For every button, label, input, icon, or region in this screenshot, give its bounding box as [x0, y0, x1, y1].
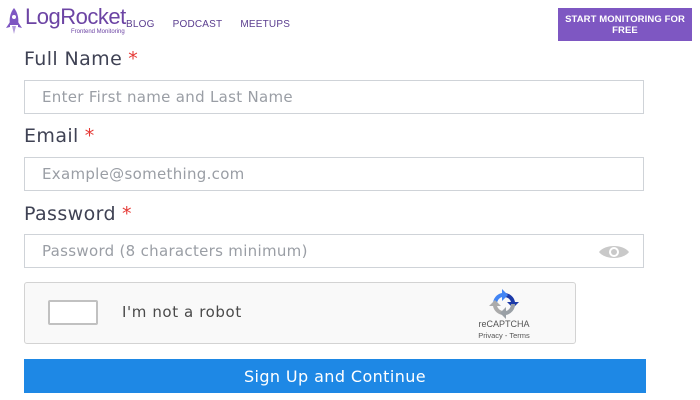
- full-name-label: Full Name *: [24, 48, 138, 70]
- recaptcha-checkbox[interactable]: [48, 300, 98, 325]
- required-asterisk: *: [128, 48, 139, 70]
- start-monitoring-button[interactable]: START MONITORING FOR FREE: [558, 8, 692, 41]
- recaptcha-terms-link[interactable]: Terms: [509, 331, 529, 340]
- logo-text-block: LogRocket Frontend Monitoring: [25, 4, 126, 36]
- email-label: Email *: [24, 125, 95, 147]
- email-field: [24, 157, 644, 191]
- full-name-field: [24, 80, 644, 114]
- recaptcha-brand: reCAPTCHA: [478, 319, 530, 329]
- recaptcha-links: Privacy - Terms: [455, 331, 553, 340]
- email-input[interactable]: [25, 158, 643, 190]
- top-navigation-bar: LogRocket Frontend Monitoring BLOG PODCA…: [0, 0, 700, 46]
- password-label: Password *: [24, 203, 132, 225]
- signup-page: LogRocket Frontend Monitoring BLOG PODCA…: [0, 0, 700, 400]
- recaptcha-widget: I'm not a robot reCAPTCHA Privacy - Term…: [24, 282, 576, 344]
- full-name-label-text: Full Name: [24, 48, 123, 70]
- password-label-text: Password: [24, 203, 116, 225]
- password-field: [24, 234, 644, 268]
- full-name-input[interactable]: [25, 81, 643, 113]
- recaptcha-logo-icon: [489, 289, 519, 319]
- nav-link-meetups[interactable]: MEETUPS: [240, 19, 290, 30]
- required-asterisk: *: [121, 203, 132, 225]
- logo-wordmark: LogRocket: [25, 4, 126, 29]
- email-label-text: Email: [24, 125, 79, 147]
- nav-link-podcast[interactable]: PODCAST: [173, 19, 223, 30]
- nav-link-blog[interactable]: BLOG: [126, 19, 155, 30]
- eye-icon[interactable]: [597, 243, 631, 261]
- main-nav: BLOG PODCAST MEETUPS: [126, 19, 308, 30]
- rocket-icon: [6, 8, 22, 34]
- password-input[interactable]: [25, 235, 643, 267]
- sign-up-button[interactable]: Sign Up and Continue: [24, 359, 646, 393]
- required-asterisk: *: [84, 125, 95, 147]
- recaptcha-privacy-link[interactable]: Privacy: [478, 331, 503, 340]
- recaptcha-label: I'm not a robot: [122, 303, 242, 321]
- logo-tagline: Frontend Monitoring: [71, 29, 125, 35]
- logrocket-logo[interactable]: LogRocket Frontend Monitoring: [6, 6, 126, 40]
- recaptcha-link-separator: -: [504, 331, 508, 340]
